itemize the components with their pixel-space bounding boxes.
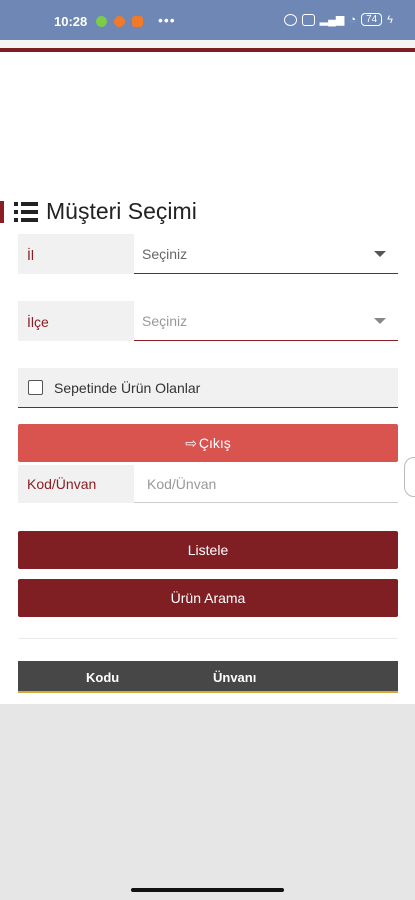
signal-icon: ▂▄▆ (319, 14, 345, 26)
ilce-value[interactable]: Seçiniz (134, 301, 398, 341)
code-search-input[interactable] (134, 465, 398, 503)
exit-button-label: Çıkış (198, 435, 231, 451)
chat-notification-icon (132, 16, 143, 27)
exit-button[interactable]: ⇨ Çıkış (18, 424, 398, 462)
ilce-select[interactable]: İlçe Seçiniz (18, 301, 398, 341)
table-header: Kodu Ünvanı (18, 661, 398, 693)
list-button[interactable]: Listele (18, 531, 398, 569)
home-indicator[interactable] (131, 888, 284, 892)
il-select[interactable]: İl Seçiniz (18, 234, 398, 274)
battery-icon: 74 (361, 13, 383, 26)
wifi-icon: ◔ (349, 13, 357, 26)
il-label: İl (18, 234, 134, 274)
basket-filter-row[interactable]: Sepetinde Ürün Olanlar (18, 368, 398, 408)
product-search-button[interactable]: Ürün Arama (18, 579, 398, 617)
more-notifications-icon: ••• (158, 12, 176, 28)
code-search-label: Kod/Ünvan (18, 465, 134, 503)
status-time: 10:28 (54, 14, 88, 29)
page-title: Müşteri Seçimi (14, 198, 197, 225)
app-bar-shadow (0, 40, 415, 48)
edge-panel-handle[interactable] (404, 457, 415, 497)
basket-filter-label: Sepetinde Ürün Olanlar (54, 380, 201, 396)
list-icon (14, 201, 38, 222)
column-header-title[interactable]: Ünvanı (213, 670, 256, 685)
charging-icon: ϟ (387, 13, 393, 26)
page-title-text: Müşteri Seçimi (46, 198, 197, 224)
sim-icon (301, 13, 315, 26)
ilce-label: İlçe (18, 301, 134, 341)
status-bar: 10:28 ••• ▂▄▆ ◔ 74 ϟ (0, 0, 415, 40)
column-header-code[interactable]: Kodu (86, 670, 119, 685)
alarm-icon (283, 13, 297, 26)
divider (18, 638, 398, 639)
app-notification-icon (96, 16, 107, 27)
sign-out-icon: ⇨ (185, 435, 197, 451)
blocked-notification-icon (114, 16, 125, 27)
code-search-row: Kod/Ünvan (18, 465, 398, 503)
il-value[interactable]: Seçiniz (134, 234, 398, 274)
chevron-down-icon (374, 251, 386, 257)
title-accent-bar (0, 201, 4, 223)
chevron-down-icon (374, 318, 386, 324)
basket-filter-checkbox[interactable] (28, 380, 43, 395)
